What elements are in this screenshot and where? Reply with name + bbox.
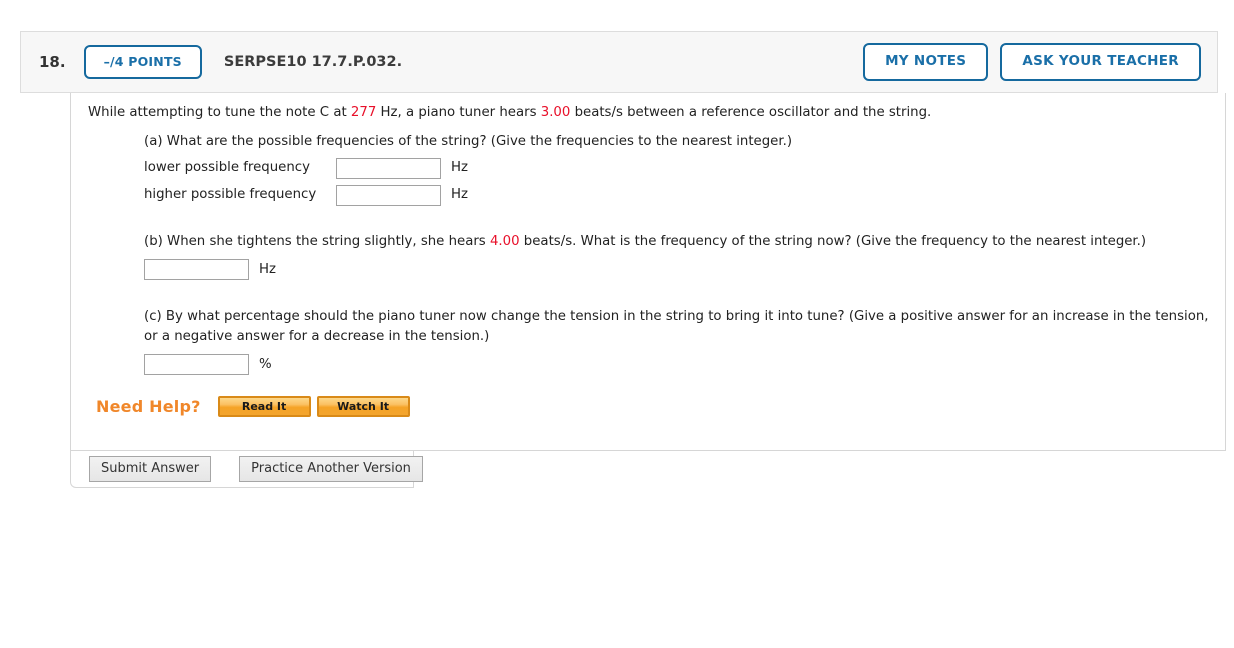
part-c-unit: %	[259, 356, 272, 372]
question-header: 18. –/4 POINTS SERPSE10 17.7.P.032. MY N…	[20, 31, 1218, 93]
stem-text-2: Hz, a piano tuner hears	[376, 105, 541, 120]
part-a-higher-row: higher possible frequency Hz	[144, 184, 1214, 206]
need-help-section: Need Help? Read It Watch It	[96, 396, 416, 417]
part-b-prompt-1: (b) When she tightens the string slightl…	[144, 233, 490, 249]
watch-it-button[interactable]: Watch It	[316, 396, 410, 417]
ask-your-teacher-button[interactable]: ASK YOUR TEACHER	[1000, 43, 1201, 81]
part-c-answer-row: %	[144, 354, 1214, 375]
lower-frequency-label: lower possible frequency	[144, 160, 310, 176]
part-c-prompt: (c) By what percentage should the piano …	[144, 309, 1209, 344]
part-b-answer-row: Hz	[144, 259, 1214, 280]
assignment-question-page: 18. –/4 POINTS SERPSE10 17.7.P.032. MY N…	[0, 0, 1234, 648]
question-number: 18.	[39, 53, 66, 71]
part-b-beats-value: 4.00	[489, 233, 520, 249]
stem-text-1: While attempting to tune the note C at	[88, 105, 351, 120]
lower-frequency-input[interactable]	[336, 157, 441, 179]
stem-beats-value: 3.00	[540, 105, 571, 120]
practice-another-version-button[interactable]: Practice Another Version	[239, 455, 423, 483]
higher-frequency-label: higher possible frequency	[144, 187, 317, 203]
part-a: (a) What are the possible frequencies of…	[144, 132, 1214, 206]
question-body: While attempting to tune the note C at 2…	[70, 93, 1226, 451]
part-b-input[interactable]	[144, 259, 249, 280]
question-code: SERPSE10 17.7.P.032.	[223, 54, 403, 70]
stem-text-3: beats/s between a reference oscillator a…	[570, 105, 932, 120]
question-stem: While attempting to tune the note C at 2…	[88, 104, 1208, 122]
part-a-prompt: (a) What are the possible frequencies of…	[144, 134, 793, 149]
higher-frequency-input[interactable]	[336, 184, 441, 206]
higher-frequency-unit: Hz	[451, 187, 468, 203]
points-badge: –/4 POINTS	[83, 44, 202, 80]
part-b: (b) When she tightens the string slightl…	[144, 232, 1214, 280]
read-it-button[interactable]: Read It	[217, 396, 311, 417]
part-b-unit: Hz	[259, 261, 276, 277]
my-notes-button[interactable]: MY NOTES	[863, 43, 989, 81]
part-a-lower-row: lower possible frequency Hz	[144, 157, 1214, 179]
lower-frequency-unit: Hz	[451, 160, 468, 176]
need-help-label: Need Help?	[96, 397, 201, 416]
part-c: (c) By what percentage should the piano …	[144, 307, 1214, 375]
part-b-prompt-2: beats/s. What is the frequency of the st…	[519, 233, 1147, 249]
submit-answer-button[interactable]: Submit Answer	[89, 455, 212, 483]
stem-frequency-value: 277	[350, 105, 377, 120]
part-b-prompt: (b) When she tightens the string slightl…	[144, 232, 1214, 252]
question-parts: (a) What are the possible frequencies of…	[144, 132, 1214, 375]
question-footer: Submit Answer Practice Another Version	[70, 451, 423, 488]
part-c-input[interactable]	[144, 354, 249, 375]
